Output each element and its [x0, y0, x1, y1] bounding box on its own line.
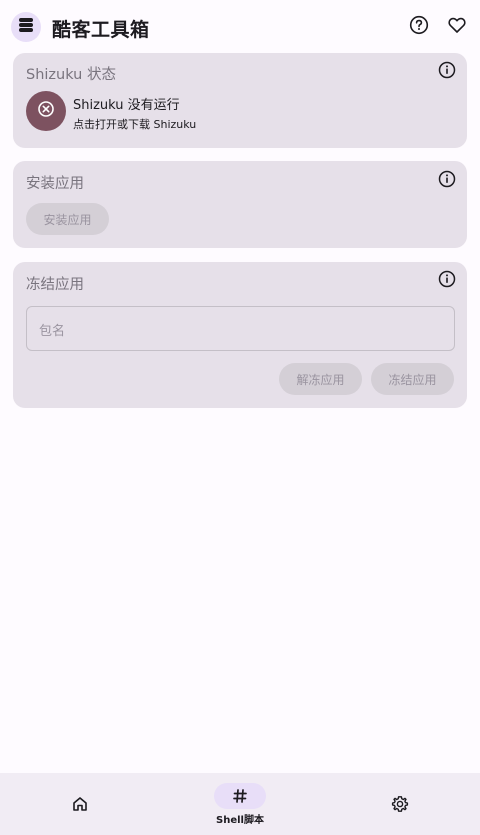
bottom-navigation: Shell脚本	[0, 773, 480, 835]
close-circle-icon	[37, 100, 55, 122]
status-text: Shizuku 没有运行	[73, 98, 180, 113]
install-app-button[interactable]: 安装应用	[26, 203, 109, 235]
info-icon	[438, 270, 456, 292]
gear-icon	[390, 794, 410, 814]
nav-label: Shell脚本	[216, 815, 264, 826]
top-app-bar: 酷客工具箱	[0, 0, 480, 54]
app-title: 酷客工具箱	[52, 19, 150, 41]
app-logo	[11, 12, 41, 42]
freeze-app-card: 冻结应用 包名 解冻应用 冻结应用	[13, 262, 467, 408]
install-app-card: 安装应用 安装应用	[13, 161, 467, 248]
heart-icon	[447, 15, 467, 39]
stack-icon	[17, 16, 35, 38]
home-icon	[70, 794, 90, 814]
card-title: 安装应用	[26, 176, 84, 192]
info-icon	[438, 61, 456, 83]
nav-item-shell-script[interactable]: Shell脚本	[160, 773, 320, 835]
input-placeholder: 包名	[39, 324, 66, 339]
info-button[interactable]	[437, 61, 457, 83]
status-indicator	[26, 91, 66, 131]
card-title: Shizuku 状态	[26, 67, 116, 83]
package-name-input[interactable]: 包名	[26, 306, 455, 351]
help-button[interactable]	[407, 15, 431, 39]
info-icon	[438, 170, 456, 192]
status-hint: 点击打开或下载 Shizuku	[73, 118, 197, 131]
unfreeze-app-button[interactable]: 解冻应用	[279, 363, 362, 395]
shizuku-status-card[interactable]: Shizuku 状态 Shizuku 没有运行 点击打开或下载 Shizuku	[13, 53, 467, 148]
nav-item-home[interactable]	[0, 773, 160, 835]
info-button[interactable]	[437, 170, 457, 192]
nav-item-settings[interactable]	[320, 773, 480, 835]
favorite-button[interactable]	[445, 15, 469, 39]
hash-icon	[230, 786, 250, 806]
freeze-app-button[interactable]: 冻结应用	[371, 363, 454, 395]
help-circle-icon	[409, 15, 429, 39]
card-title: 冻结应用	[26, 277, 84, 293]
info-button[interactable]	[437, 270, 457, 292]
